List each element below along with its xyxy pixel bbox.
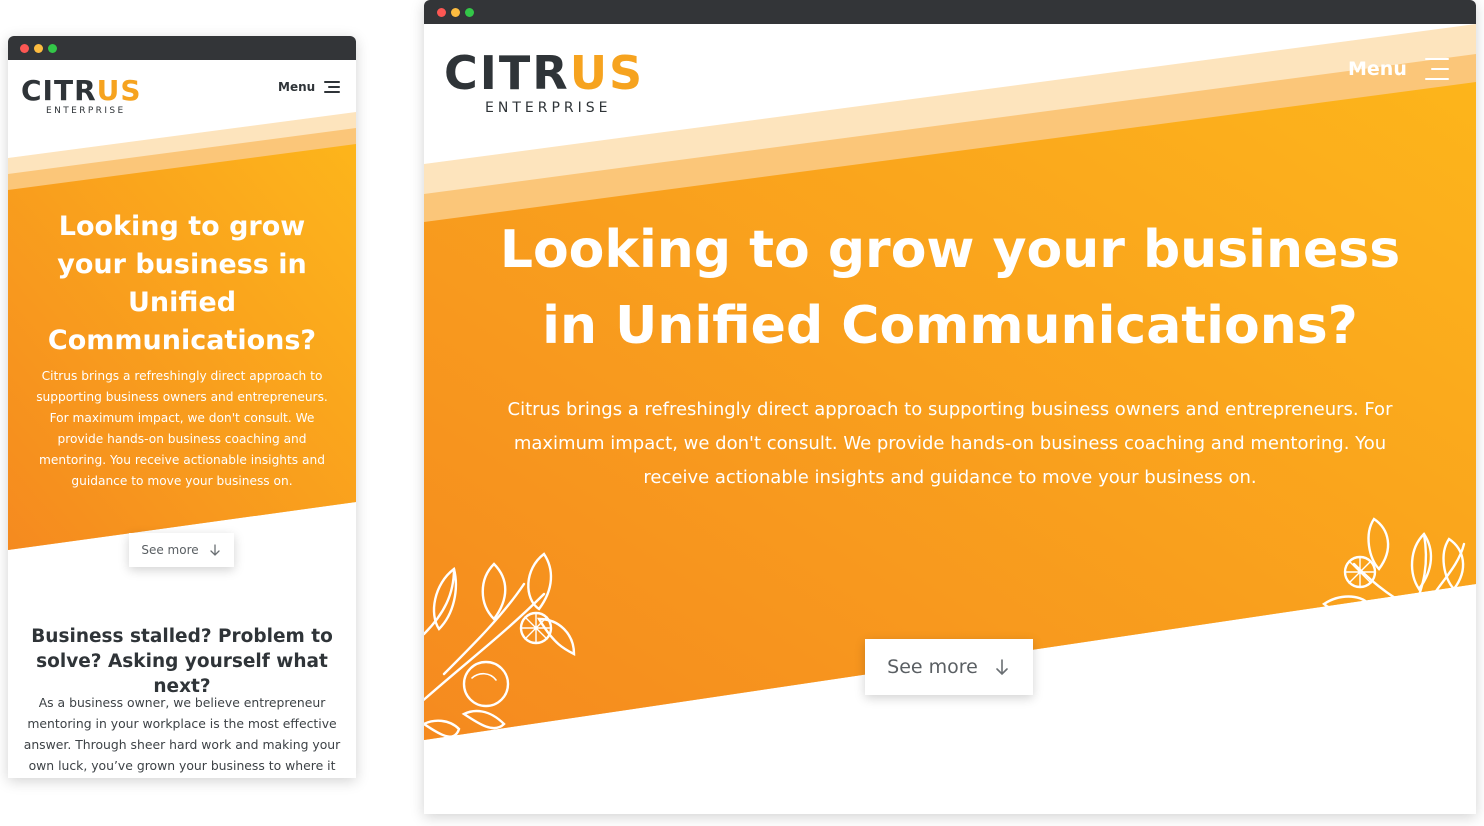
arrow-down-icon [996, 659, 1008, 676]
close-window-button[interactable] [437, 8, 446, 17]
hero-description: Citrus brings a refreshingly direct appr… [36, 369, 328, 488]
hero-title: Looking to grow your business in Unified… [499, 220, 1401, 356]
hero-description: Citrus brings a refreshingly direct appr… [507, 399, 1393, 488]
logo-subtitle: ENTERPRISE [485, 100, 612, 116]
window-titlebar [8, 36, 356, 60]
page-viewport: CITRUS ENTERPRISE Menu Looking to grow y… [424, 24, 1476, 814]
see-more-button[interactable]: See more [865, 639, 1033, 695]
citrus-logo[interactable]: CITRUS [21, 74, 142, 107]
desktop-browser-window: CITRUS ENTERPRISE Menu Looking to grow y… [424, 0, 1476, 814]
menu-label: Menu [278, 80, 316, 94]
see-more-label: See more [887, 656, 978, 678]
citrus-logo[interactable]: CITRUS [444, 46, 644, 100]
minimize-window-button[interactable] [451, 8, 460, 17]
hamburger-icon [1423, 58, 1449, 80]
maximize-window-button[interactable] [48, 44, 57, 53]
menu-button[interactable]: Menu [1348, 58, 1449, 80]
minimize-window-button[interactable] [34, 44, 43, 53]
section-description: As a business owner, we believe entrepre… [23, 695, 341, 773]
hamburger-icon [324, 81, 341, 93]
logo-subtitle: ENTERPRISE [46, 106, 126, 116]
mobile-browser-window: CITRUS ENTERPRISE Menu Looking to grow y… [8, 36, 356, 778]
section-title: Business stalled? Problem to solve? Aski… [31, 626, 333, 697]
maximize-window-button[interactable] [465, 8, 474, 17]
close-window-button[interactable] [20, 44, 29, 53]
hero-title: Looking to grow your business in Unified… [47, 211, 317, 356]
page-viewport: CITRUS ENTERPRISE Menu Looking to grow y… [8, 60, 356, 778]
window-titlebar [424, 0, 1476, 24]
arrow-down-icon [209, 544, 220, 556]
menu-button[interactable]: Menu [278, 80, 341, 94]
see-more-button[interactable]: See more [129, 533, 234, 567]
see-more-label: See more [141, 543, 199, 557]
menu-label: Menu [1348, 58, 1407, 80]
